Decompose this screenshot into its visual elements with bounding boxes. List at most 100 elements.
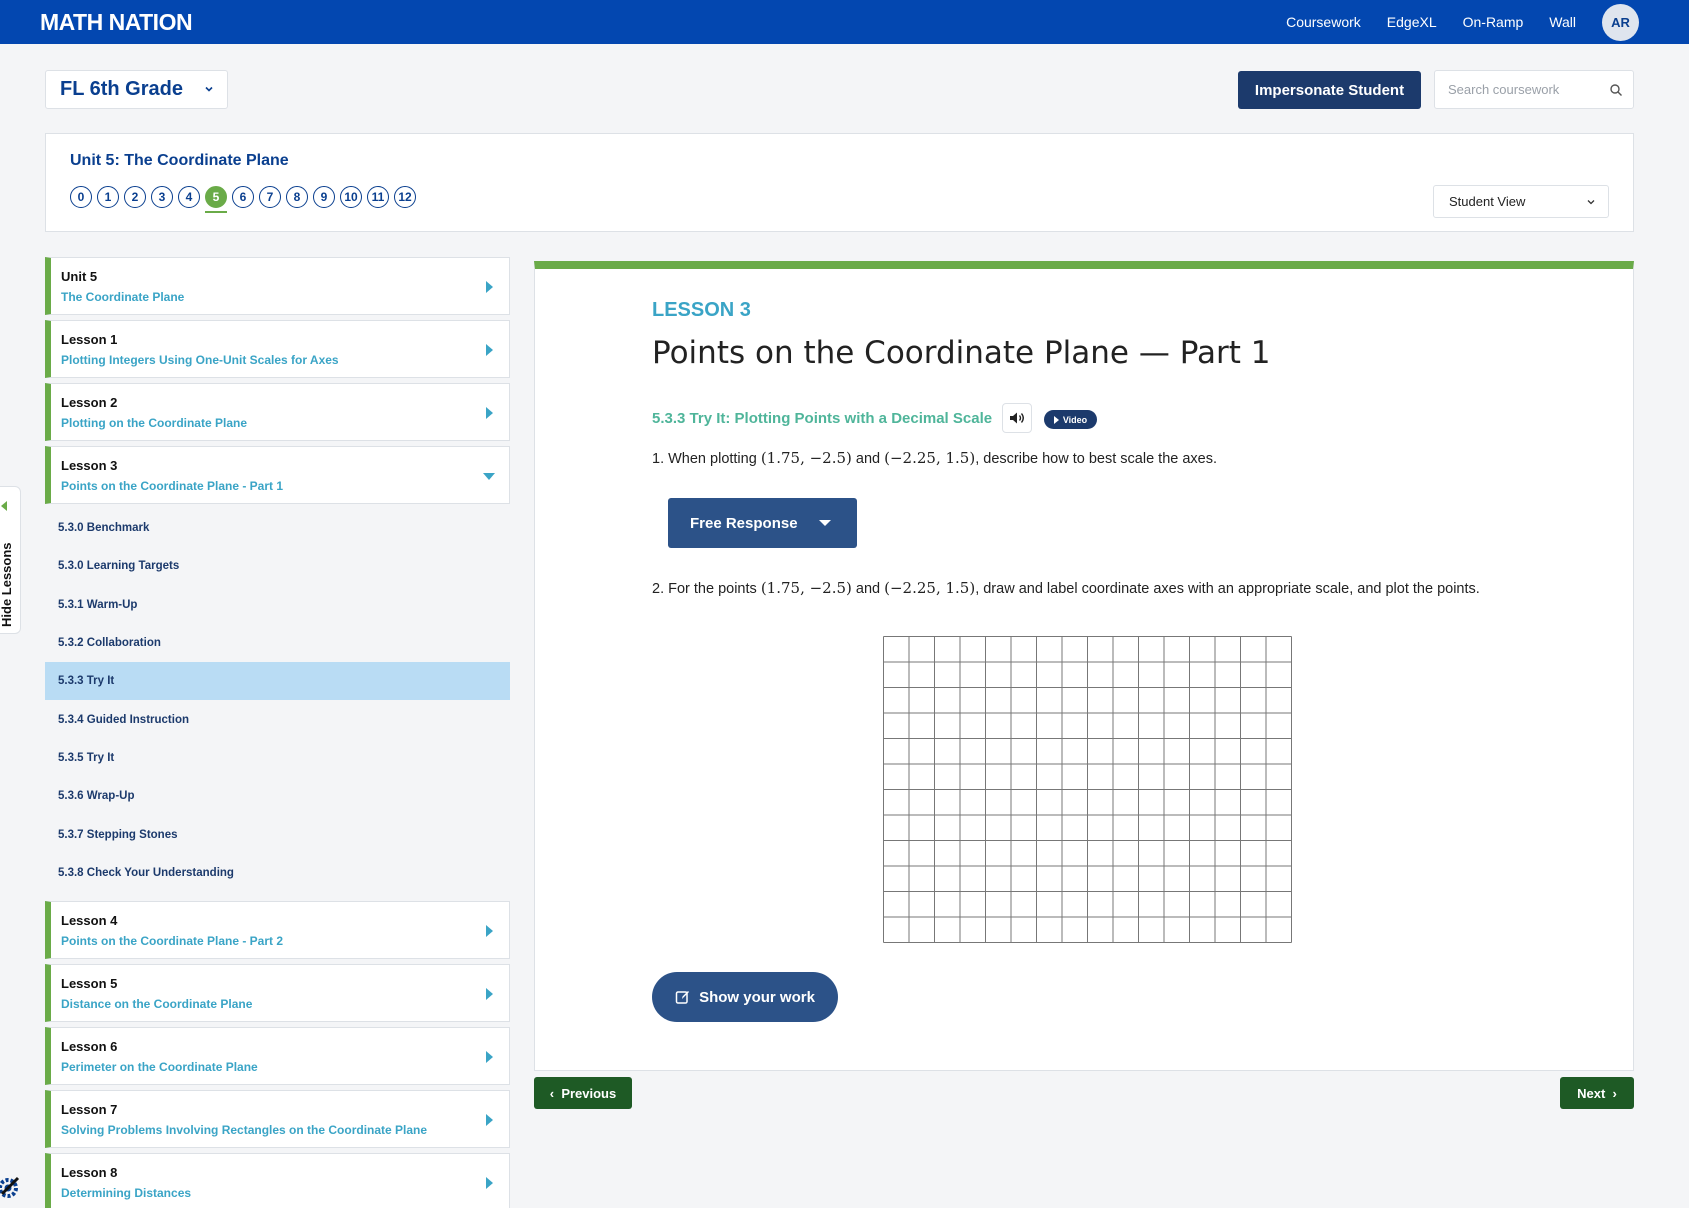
lesson-content-panel: LESSON 3 Points on the Coordinate Plane … xyxy=(534,261,1634,1071)
nav-on-ramp[interactable]: On-Ramp xyxy=(1463,14,1524,30)
caret-right-icon xyxy=(486,407,493,419)
unit-number-2[interactable]: 2 xyxy=(124,186,146,208)
previous-label: Previous xyxy=(561,1085,617,1101)
math-point: (−2.25, 1.5) xyxy=(884,579,976,597)
lesson-label: Unit 5 xyxy=(61,269,98,284)
math-nation-logo[interactable]: MATH NATION xyxy=(40,9,193,36)
math-point: (1.75, −2.5) xyxy=(760,449,852,467)
caret-down-icon xyxy=(819,520,831,526)
math-point: (−2.25, 1.5) xyxy=(884,449,976,467)
section-item[interactable]: 5.3.8 Check Your Understanding xyxy=(45,854,510,892)
section-item[interactable]: 5.3.2 Collaboration xyxy=(45,624,510,662)
lesson-label: Lesson 5 xyxy=(61,975,118,991)
impersonate-student-button[interactable]: Impersonate Student xyxy=(1238,71,1421,109)
video-button[interactable]: Video xyxy=(1044,410,1097,429)
user-avatar[interactable]: AR xyxy=(1602,3,1639,41)
question-text: and xyxy=(851,451,885,467)
unit-number-8[interactable]: 8 xyxy=(286,186,308,208)
next-button[interactable]: Next › xyxy=(1560,1077,1634,1109)
unit-number-3[interactable]: 3 xyxy=(151,186,173,208)
nav-wall[interactable]: Wall xyxy=(1549,14,1576,30)
unit-number-1[interactable]: 1 xyxy=(97,186,119,208)
section-item[interactable]: 5.3.1 Warm-Up xyxy=(45,586,510,624)
settings-gear-icon[interactable] xyxy=(0,1170,22,1204)
lesson-label: Lesson 8 xyxy=(61,1164,118,1180)
course-select-label: FL 6th Grade xyxy=(60,78,183,100)
caret-right-icon xyxy=(486,987,493,1000)
section-item[interactable]: 5.3.4 Guided Instruction xyxy=(45,700,510,738)
show-your-work-button[interactable]: Show your work xyxy=(652,972,838,1022)
caret-right-icon xyxy=(486,281,493,293)
unit-title: Unit 5: The Coordinate Plane xyxy=(70,152,289,169)
lesson-label: Lesson 7 xyxy=(61,1101,118,1117)
lesson-label: Lesson 1 xyxy=(61,332,118,347)
unit-number-7[interactable]: 7 xyxy=(259,186,281,208)
sidebar-item-lesson-3[interactable]: Lesson 3 Points on the Coordinate Plane … xyxy=(45,446,510,504)
caret-down-icon xyxy=(483,473,495,480)
edit-icon xyxy=(675,991,690,1004)
sidebar-item-lesson-1[interactable]: Lesson 1 Plotting Integers Using One-Uni… xyxy=(45,320,510,378)
question-text: 1. When plotting xyxy=(652,451,761,467)
sidebar-item-unit-5[interactable]: Unit 5 The Coordinate Plane xyxy=(45,257,510,315)
chevron-right-icon: › xyxy=(1605,1085,1617,1101)
free-response-dropdown[interactable]: Free Response xyxy=(668,498,857,548)
section-title: 5.3.3 Try It: Plotting Points with a Dec… xyxy=(652,410,993,427)
lesson-label: LESSON 3 xyxy=(652,299,751,321)
unit-number-6[interactable]: 6 xyxy=(232,186,254,208)
search-box xyxy=(1434,70,1634,109)
hide-lessons-label: Hide Lessons xyxy=(0,542,14,627)
section-item[interactable]: 5.3.0 Benchmark xyxy=(45,509,510,547)
search-input[interactable] xyxy=(1448,71,1608,108)
unit-number-9[interactable]: 9 xyxy=(313,186,335,208)
sidebar-item-lesson-5[interactable]: Lesson 5 Distance on the Coordinate Plan… xyxy=(45,963,510,1022)
nav-coursework[interactable]: Coursework xyxy=(1286,14,1361,30)
lesson-label: Lesson 6 xyxy=(61,1038,118,1054)
nav-edgexl[interactable]: EdgeXL xyxy=(1387,14,1437,30)
question-2: 2. For the points (1.75, −2.5) and (−2.2… xyxy=(652,579,1480,597)
caret-right-icon xyxy=(486,344,493,356)
sidebar-item-lesson-4[interactable]: Lesson 4 Points on the Coordinate Plane … xyxy=(45,900,510,959)
top-nav: Coursework EdgeXL On-Ramp Wall AR xyxy=(1286,0,1639,44)
chevron-left-icon: ‹ xyxy=(549,1085,562,1101)
caret-right-icon xyxy=(486,1113,493,1126)
next-label: Next xyxy=(1577,1085,1606,1101)
sidebar-item-lesson-8[interactable]: Lesson 8 Determining Distances xyxy=(45,1152,510,1208)
math-point: (1.75, −2.5) xyxy=(760,579,852,597)
sidebar-item-lesson-7[interactable]: Lesson 7 Solving Problems Involving Rect… xyxy=(45,1089,510,1148)
course-select[interactable]: FL 6th Grade xyxy=(45,70,228,109)
sidebar-item-lesson-6[interactable]: Lesson 6 Perimeter on the Coordinate Pla… xyxy=(45,1026,510,1085)
lesson-3-sections: 5.3.0 Benchmark 5.3.0 Learning Targets 5… xyxy=(45,509,510,892)
unit-number-0[interactable]: 0 xyxy=(70,186,92,208)
free-response-label: Free Response xyxy=(690,514,798,532)
question-text: , draw and label coordinate axes with an… xyxy=(975,581,1480,597)
unit-number-11[interactable]: 11 xyxy=(367,186,389,208)
unit-number-10[interactable]: 10 xyxy=(340,186,362,208)
hide-lessons-tab[interactable]: Hide Lessons xyxy=(0,486,21,634)
lesson-title: Plotting on the Coordinate Plane xyxy=(61,416,247,430)
lesson-title: Points on the Coordinate Plane - Part 1 xyxy=(61,479,284,493)
lesson-title: Plotting Integers Using One-Unit Scales … xyxy=(61,353,339,367)
unit-number-12[interactable]: 12 xyxy=(394,186,416,208)
play-icon xyxy=(1053,415,1059,424)
lesson-title: Determining Distances xyxy=(61,1185,192,1200)
previous-button[interactable]: ‹ Previous xyxy=(534,1077,632,1109)
search-icon[interactable] xyxy=(1609,83,1623,97)
lesson-title: Solving Problems Involving Rectangles on… xyxy=(61,1122,428,1137)
caret-left-icon xyxy=(1,501,7,511)
question-text: 2. For the points xyxy=(652,581,761,597)
unit-number-5[interactable]: 5 xyxy=(205,186,227,213)
section-item[interactable]: 5.3.0 Learning Targets xyxy=(45,547,510,585)
blank-coordinate-grid xyxy=(883,636,1292,943)
sidebar-item-lesson-2[interactable]: Lesson 2 Plotting on the Coordinate Plan… xyxy=(45,383,510,441)
section-item[interactable]: 5.3.6 Wrap-Up xyxy=(45,777,510,815)
video-label: Video xyxy=(1062,414,1088,425)
unit-number-4[interactable]: 4 xyxy=(178,186,200,208)
section-item[interactable]: 5.3.7 Stepping Stones xyxy=(45,815,510,853)
question-text: and xyxy=(851,581,885,597)
view-select[interactable]: Student View xyxy=(1433,185,1609,218)
section-item-selected[interactable]: 5.3.3 Try It xyxy=(45,662,510,701)
chevron-down-icon xyxy=(1587,200,1595,205)
view-select-label: Student View xyxy=(1449,194,1526,209)
audio-button[interactable] xyxy=(1002,403,1032,433)
section-item[interactable]: 5.3.5 Try It xyxy=(45,739,510,777)
